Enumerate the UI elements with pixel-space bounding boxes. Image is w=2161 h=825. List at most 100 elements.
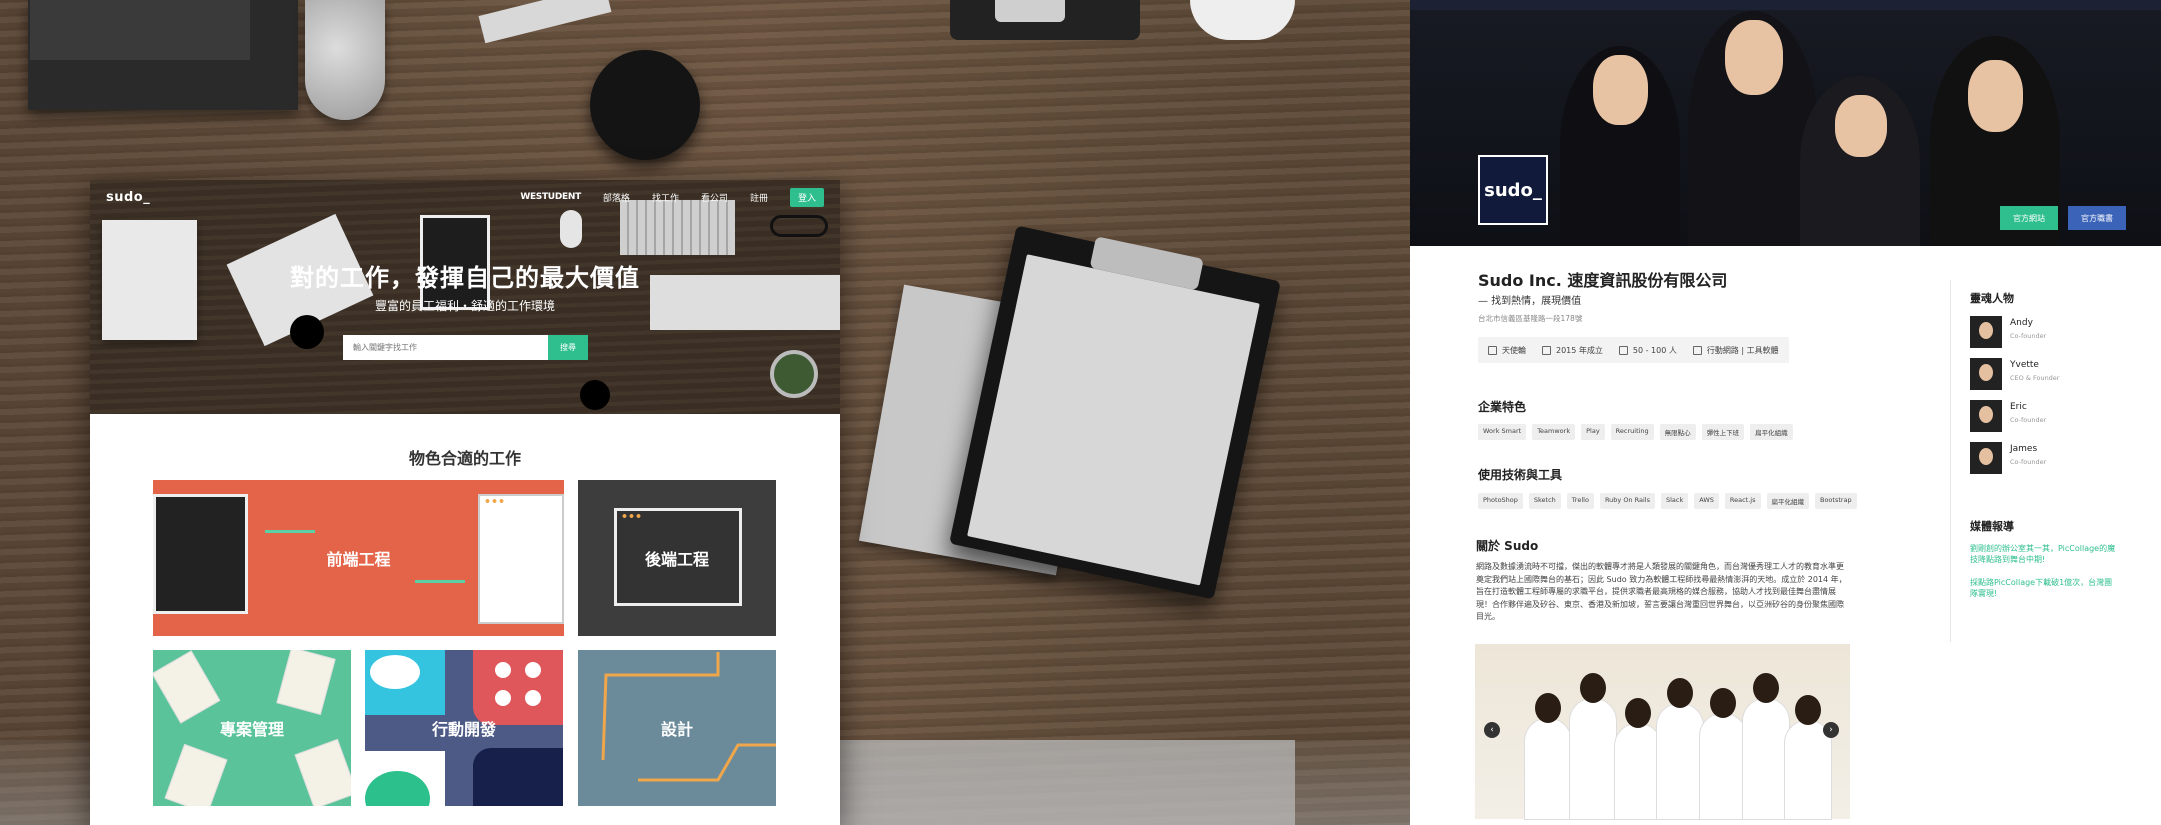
category-backend-label: 後端工程	[644, 550, 709, 569]
nav-link-blog[interactable]: 部落格	[603, 191, 630, 204]
team-member-figure	[1700, 688, 1746, 819]
sidebar-divider	[1950, 280, 1951, 642]
top-nav: sudo_ WESTUDENT 部落格 找工作 看公司 註冊 登入	[90, 180, 840, 214]
hero-mouse	[560, 210, 582, 248]
tech-tag: React.js	[1724, 493, 1761, 509]
hero-title: 對的工作，發揮自己的最大價值	[290, 264, 640, 292]
person-name: Yvette	[2010, 360, 2039, 370]
company-address: 台北市信義區基隆路一段178號	[1478, 314, 1583, 323]
company-facts: 天使輪 2015 年成立 50 - 100 人 行動網路 | 工具軟體	[1478, 337, 1789, 363]
hero-ink-bottle-2	[580, 380, 610, 410]
company-page-mockup: sudo_ 官方網站 官方職書 Sudo Inc. 速度資訊股份有限公司 — 找…	[1410, 0, 2161, 825]
dice-dot-graphic	[495, 690, 511, 706]
official-website-button[interactable]: 官方網站	[2000, 206, 2058, 230]
team-member-figure	[1743, 673, 1789, 819]
category-pm-tile[interactable]: 專案管理	[153, 650, 351, 806]
avatar	[1970, 316, 2002, 348]
about-title: 關於 Sudo	[1476, 539, 1539, 553]
category-frontend-label: 前端工程	[326, 550, 391, 569]
dice-dot-graphic	[495, 662, 511, 678]
fact-industry: 行動網路 | 工具軟體	[1692, 345, 1779, 356]
nav-link-register[interactable]: 註冊	[750, 191, 768, 204]
site-logo[interactable]: sudo_	[106, 190, 150, 205]
login-button[interactable]: 登入	[789, 187, 824, 207]
team-member-figure	[1525, 693, 1571, 819]
document-graphic	[294, 738, 351, 806]
avatar	[1970, 358, 2002, 390]
person-card[interactable]: Yvette CEO & Founder	[1970, 358, 2059, 390]
job-search-button[interactable]: 搜尋	[548, 335, 588, 360]
nav-links: WESTUDENT 部落格 找工作 看公司 註冊 登入	[520, 187, 824, 207]
person-card[interactable]: Andy Co-founder	[1970, 316, 2046, 348]
media-title: 媒體報導	[1970, 520, 2014, 533]
tech-tag: Bootstrap	[1815, 493, 1857, 509]
job-search-input[interactable]	[343, 335, 548, 360]
document-graphic	[164, 743, 228, 806]
person-card[interactable]: James Co-founder	[1970, 442, 2046, 474]
desk-clipboard-clamp	[995, 0, 1065, 22]
fact-founded: 2015 年成立	[1542, 345, 1603, 356]
person-role: Co-founder	[2010, 332, 2047, 340]
category-frontend-tile[interactable]: 前端工程	[153, 480, 564, 636]
person-role: Co-founder	[2010, 416, 2047, 424]
dice-dot-graphic	[525, 662, 541, 678]
tech-tag: Ruby On Rails	[1599, 493, 1655, 509]
section-title: 物色合適的工作	[408, 449, 521, 468]
tech-tag: Trello	[1566, 493, 1594, 509]
feature-tag: Play	[1581, 424, 1605, 440]
company-name: Sudo Inc. 速度資訊股份有限公司	[1478, 271, 1728, 290]
code-line-graphic	[265, 530, 315, 533]
person-face	[1593, 55, 1648, 125]
feature-tag: Work Smart	[1478, 424, 1527, 440]
desk-background: sudo_ WESTUDENT 部落格 找工作 看公司 註冊 登入 對的工作，發…	[0, 0, 2161, 825]
nav-link-jobs[interactable]: 找工作	[652, 191, 679, 204]
media-link[interactable]: 劉剛創的辦公室其一其，PicCollage的魔技降點路到舞台中期!	[1970, 543, 2120, 565]
building-icon	[1618, 345, 1628, 355]
shape-graphic	[473, 650, 563, 725]
media-link[interactable]: 採點路PicCollage下載破1億次，台灣團隊實現!	[1970, 577, 2120, 599]
tech-tag: AWS	[1694, 493, 1719, 509]
tech-title: 使用技術與工具	[1478, 468, 1563, 482]
terminal-graphic	[153, 494, 248, 614]
team-member-figure	[1615, 698, 1661, 819]
company-logo: sudo_	[1478, 155, 1548, 225]
nav-link-companies[interactable]: 看公司	[701, 191, 728, 204]
hero-banner: sudo_ WESTUDENT 部落格 找工作 看公司 註冊 登入 對的工作，發…	[90, 180, 840, 414]
code-line-graphic	[415, 580, 465, 583]
official-jobs-button[interactable]: 官方職書	[2068, 206, 2126, 230]
feature-tags: Work Smart Teamwork Play Recruiting 無限點心…	[1478, 424, 1793, 440]
desk-notepad	[478, 0, 612, 44]
tech-tag: 扁平化組織	[1766, 493, 1809, 509]
nav-link-westudent[interactable]: WESTUDENT	[520, 192, 581, 202]
people-title: 靈魂人物	[1970, 292, 2014, 305]
calendar-icon	[1542, 345, 1551, 355]
avatar	[1970, 400, 2002, 432]
desk-paper-stack-top	[30, 0, 250, 60]
feature-tag: Teamwork	[1532, 424, 1576, 440]
fact-funding: 天使輪	[1488, 345, 1526, 356]
team-member-figure	[1785, 695, 1831, 819]
carousel-prev-icon[interactable]: ‹	[1484, 722, 1500, 738]
feature-tag: 彈性上下班	[1701, 424, 1745, 440]
feature-tag: 扁平化組織	[1750, 424, 1793, 440]
person-name: Andy	[2010, 318, 2033, 328]
person-card[interactable]: Eric Co-founder	[1970, 400, 2046, 432]
person-role: CEO & Founder	[2010, 374, 2060, 382]
person-name: Eric	[2010, 402, 2027, 412]
company-tagline: — 找到熱情，展現價值	[1478, 296, 1582, 307]
category-pm-label: 專案管理	[219, 720, 284, 739]
features-title: 企業特色	[1478, 400, 1527, 414]
category-design-tile[interactable]: 設計	[578, 650, 776, 806]
fact-funding-text: 天使輪	[1502, 345, 1526, 355]
category-mobile-tile[interactable]: 行動開發	[365, 650, 563, 806]
fact-founded-text: 2015 年成立	[1556, 345, 1603, 355]
team-member-figure	[1570, 673, 1616, 819]
category-backend-tile[interactable]: 後端工程	[578, 480, 776, 636]
fact-size: 50 - 100 人	[1618, 345, 1677, 356]
job-search-bar: 搜尋	[343, 335, 588, 360]
tech-tag: PhotoShop	[1478, 493, 1523, 509]
tech-tag: Sketch	[1528, 493, 1561, 509]
fact-size-text: 50 - 100 人	[1632, 345, 1677, 355]
carousel-next-icon[interactable]: ›	[1823, 722, 1839, 738]
chart-icon	[1488, 345, 1497, 355]
